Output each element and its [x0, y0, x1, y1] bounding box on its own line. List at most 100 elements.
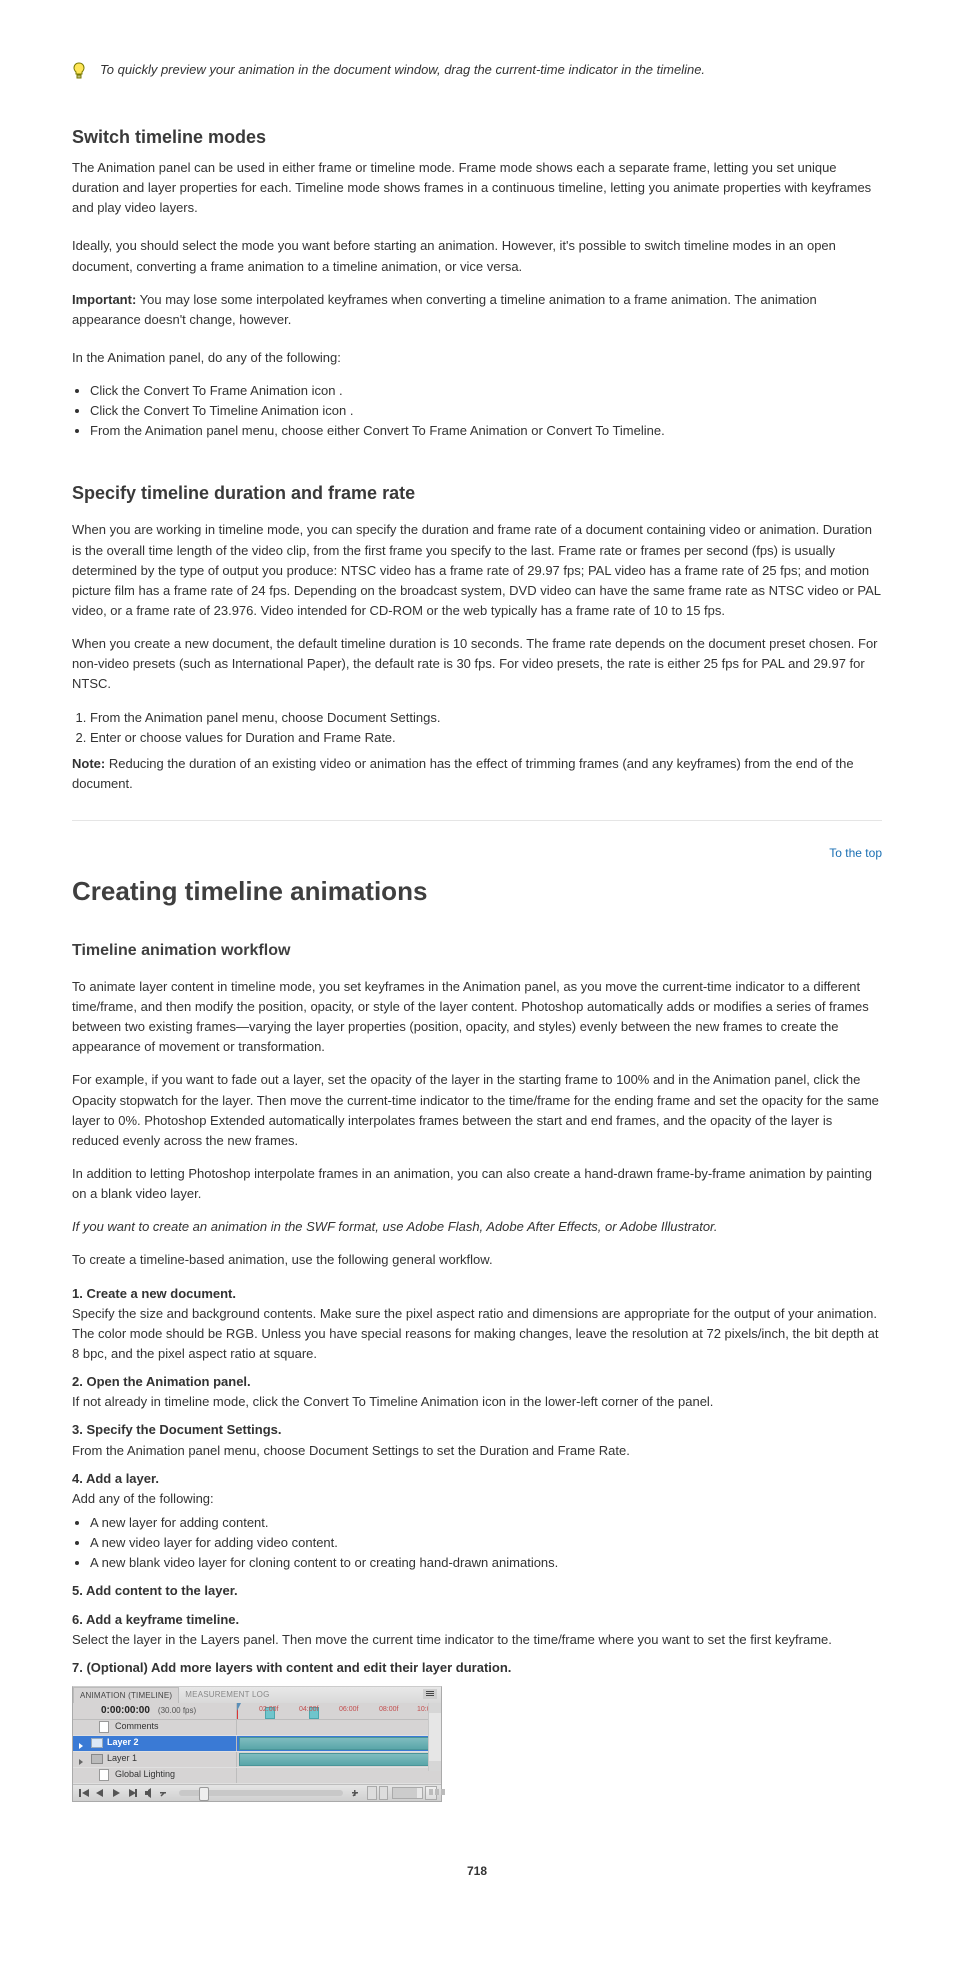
tab-measurement-log[interactable]: MEASUREMENT LOG — [179, 1687, 275, 1702]
track-layer-1[interactable]: Layer 1 — [73, 1752, 441, 1768]
comments-icon — [99, 1721, 109, 1733]
layer-duration-bar[interactable] — [239, 1753, 435, 1766]
delete-keyframe-button[interactable] — [379, 1786, 389, 1800]
track-timeline-area[interactable] — [237, 1736, 441, 1751]
duration-body: When you are working in timeline mode, y… — [72, 520, 882, 621]
ruler-tick: 04:00f — [299, 1705, 318, 1716]
heading-duration: Specify timeline duration and frame rate — [72, 480, 882, 508]
prev-frame-button[interactable] — [93, 1787, 107, 1799]
playback-controls — [73, 1784, 441, 1801]
panel-tab-bar: ANIMATION (TIMELINE) MEASUREMENT LOG — [73, 1687, 441, 1703]
intro-p1: To animate layer content in timeline mod… — [72, 977, 882, 1058]
time-ruler[interactable]: 02:00f 04:00f 06:00f 08:00f 10:0 — [237, 1703, 441, 1719]
track-comments[interactable]: Comments — [73, 1720, 441, 1736]
intro-p2: For example, if you want to fade out a l… — [72, 1070, 882, 1151]
first-frame-button[interactable] — [77, 1787, 91, 1799]
to-the-top-link[interactable]: To the top — [829, 844, 882, 863]
onion-skin-button[interactable] — [367, 1786, 377, 1800]
list-item: Click the Convert To Timeline Animation … — [90, 401, 882, 421]
page-number: 718 — [72, 1862, 882, 1881]
panel-menu-button[interactable] — [423, 1689, 437, 1699]
tip-callout: To quickly preview your animation in the… — [72, 60, 882, 86]
subhead-workflow: Timeline animation workflow — [72, 939, 882, 964]
right-control-group — [365, 1786, 437, 1800]
list-item: Click the Convert To Frame Animation ico… — [90, 381, 882, 401]
important-label: Important: — [72, 292, 136, 307]
filmstrip-icon — [91, 1738, 103, 1748]
ruler-tick: 08:00f — [379, 1705, 398, 1716]
lightbulb-icon — [72, 62, 86, 86]
layer-duration-bar[interactable] — [239, 1737, 435, 1750]
list-item: From the Animation panel menu, choose ei… — [90, 421, 882, 441]
step-title: 1. Create a new document. — [72, 1286, 236, 1301]
list-item: A new layer for adding content. — [90, 1513, 882, 1533]
track-label: Layer 1 — [107, 1752, 137, 1766]
step-6: 6. Add a keyframe timeline. Select the l… — [72, 1610, 882, 1650]
zoom-slider[interactable] — [179, 1790, 343, 1796]
audio-toggle-button[interactable] — [141, 1787, 155, 1799]
track-label: Global Lighting — [115, 1768, 175, 1782]
tab-animation-timeline[interactable]: ANIMATION (TIMELINE) — [73, 1687, 179, 1703]
step-3: 3. Specify the Document Settings. From t… — [72, 1420, 882, 1460]
vertical-scrollbar[interactable] — [428, 1703, 441, 1771]
list-item: Enter or choose values for Duration and … — [90, 728, 882, 748]
duration-steps: From the Animation panel menu, choose Do… — [90, 708, 882, 748]
timecode-area: 0:00:00:00 (30.00 fps) — [73, 1703, 237, 1719]
animation-timeline-panel: ANIMATION (TIMELINE) MEASUREMENT LOG 0:0… — [72, 1686, 442, 1802]
list-item: A new blank video layer for cloning cont… — [90, 1553, 882, 1573]
step-body: Specify the size and background contents… — [72, 1304, 882, 1364]
scroll-up-icon[interactable] — [429, 1703, 441, 1713]
track-global-lighting[interactable]: Global Lighting — [73, 1768, 441, 1784]
zoom-out-button[interactable] — [157, 1787, 171, 1799]
step-2: 2. Open the Animation panel. If not alre… — [72, 1372, 882, 1412]
intro-tip-text: If you want to create an animation in th… — [72, 1219, 718, 1234]
play-button[interactable] — [109, 1787, 123, 1799]
step-body: Select the layer in the Layers panel. Th… — [72, 1630, 882, 1650]
track-layer-2[interactable]: Layer 2 — [73, 1736, 441, 1752]
next-frame-button[interactable] — [125, 1787, 139, 1799]
current-timecode[interactable]: 0:00:00:00 — [101, 1703, 150, 1719]
step-4-options: A new layer for adding content. A new vi… — [90, 1513, 882, 1573]
switch-lead2: Ideally, you should select the mode you … — [72, 236, 882, 276]
zoom-in-button[interactable] — [349, 1787, 363, 1799]
intro-tip: If you want to create an animation in th… — [72, 1217, 882, 1237]
expand-toggle-icon[interactable] — [79, 1739, 87, 1747]
timeline-header-row: 0:00:00:00 (30.00 fps) 02:00f 04:00f 06:… — [73, 1703, 441, 1720]
step-body: Add any of the following: — [72, 1489, 882, 1509]
tip-text: To quickly preview your animation in the… — [100, 60, 882, 80]
step-title: 4. Add a layer. — [72, 1471, 159, 1486]
note-label: Note: — [72, 756, 105, 771]
filmstrip-icon — [91, 1754, 103, 1764]
current-time-indicator[interactable] — [237, 1703, 238, 1719]
switch-important: Important: You may lose some interpolate… — [72, 290, 882, 330]
step-1: 1. Create a new document. Specify the si… — [72, 1284, 882, 1365]
step-4: 4. Add a layer. Add any of the following… — [72, 1469, 882, 1574]
step-title: 6. Add a keyframe timeline. — [72, 1612, 239, 1627]
toplink-wrap: To the top — [72, 843, 882, 867]
workflow-lead: To create a timeline-based animation, us… — [72, 1250, 882, 1270]
duration-body2: When you create a new document, the defa… — [72, 634, 882, 694]
section-divider — [72, 820, 882, 821]
bullet-lead: In the Animation panel, do any of the fo… — [72, 348, 882, 368]
intro-p3: In addition to letting Photoshop interpo… — [72, 1164, 882, 1204]
ruler-tick: 06:00f — [339, 1705, 358, 1716]
step-7: 7. (Optional) Add more layers with conte… — [72, 1658, 882, 1678]
zoom-slider-thumb[interactable] — [199, 1787, 209, 1801]
expand-toggle-icon[interactable] — [79, 1755, 87, 1763]
step-title: 2. Open the Animation panel. — [72, 1374, 251, 1389]
list-item: From the Animation panel menu, choose Do… — [90, 708, 882, 728]
track-timeline-area[interactable] — [237, 1768, 441, 1783]
switch-lead: The Animation panel can be used in eithe… — [72, 158, 882, 218]
step-title: 7. (Optional) Add more layers with conte… — [72, 1660, 511, 1675]
horizontal-scrollbar[interactable] — [392, 1787, 422, 1799]
track-label: Comments — [115, 1720, 159, 1734]
track-timeline-area[interactable] — [237, 1752, 441, 1767]
track-timeline-area[interactable] — [237, 1720, 441, 1735]
scroll-down-icon[interactable] — [429, 1761, 441, 1771]
list-item: A new video layer for adding video conte… — [90, 1533, 882, 1553]
section-title: Creating timeline animations — [72, 871, 882, 911]
step-title: 3. Specify the Document Settings. — [72, 1422, 282, 1437]
heading-switch-modes: Switch timeline modes — [72, 124, 882, 152]
convert-to-frames-button[interactable] — [425, 1786, 437, 1800]
step-5: 5. Add content to the layer. — [72, 1581, 882, 1601]
